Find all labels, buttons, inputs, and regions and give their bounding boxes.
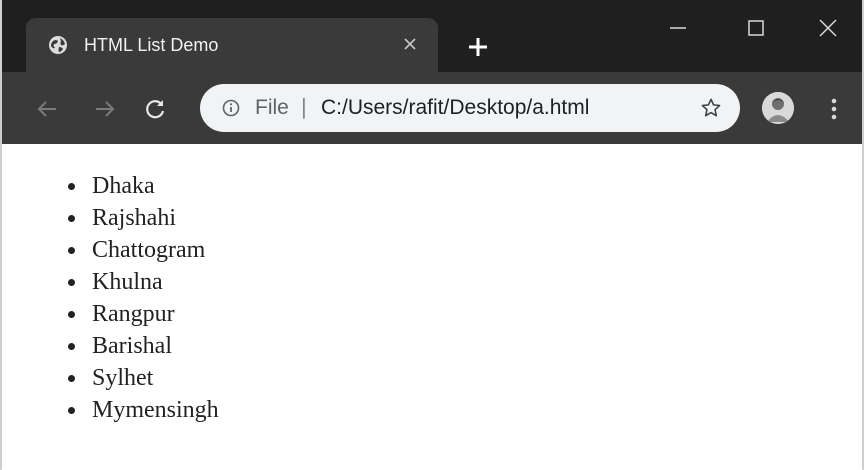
list-item-text: Khulna xyxy=(92,269,163,295)
minimize-icon[interactable] xyxy=(662,12,694,44)
list-item: Mymensingh xyxy=(62,394,219,426)
profile-avatar-icon[interactable] xyxy=(762,92,794,124)
more-menu-icon[interactable] xyxy=(828,96,840,122)
list-item: Dhaka xyxy=(62,170,219,202)
info-icon[interactable] xyxy=(222,99,240,117)
tab-close-icon[interactable] xyxy=(402,36,418,52)
list-item: Khulna xyxy=(62,266,219,298)
bullet-icon xyxy=(68,407,75,414)
browser-toolbar: File | C:/Users/rafit/Desktop/a.html xyxy=(2,72,862,144)
list-item-text: Rajshahi xyxy=(92,205,176,231)
bullet-icon xyxy=(68,247,75,254)
bookmark-star-icon[interactable] xyxy=(700,97,722,119)
new-tab-plus-icon[interactable] xyxy=(466,35,490,59)
bullet-icon xyxy=(68,183,75,190)
bullet-icon xyxy=(68,375,75,382)
bullet-icon xyxy=(68,279,75,286)
list-item-text: Mymensingh xyxy=(92,397,219,423)
url-scheme-label: File xyxy=(255,96,289,119)
city-list: Dhaka Rajshahi Chattogram Khulna Rangpur… xyxy=(62,170,219,426)
list-item-text: Sylhet xyxy=(92,365,154,391)
close-icon[interactable] xyxy=(812,12,844,44)
title-bar: HTML List Demo xyxy=(2,0,862,72)
bullet-icon xyxy=(68,311,75,318)
maximize-icon[interactable] xyxy=(740,12,772,44)
forward-arrow-icon[interactable] xyxy=(94,98,116,120)
tab-html-list-demo[interactable]: HTML List Demo xyxy=(26,18,438,72)
address-bar[interactable]: File | C:/Users/rafit/Desktop/a.html xyxy=(200,84,740,132)
tab-title: HTML List Demo xyxy=(84,35,219,55)
url-separator: | xyxy=(301,94,307,119)
back-arrow-icon[interactable] xyxy=(36,98,58,120)
list-item-text: Rangpur xyxy=(92,301,175,327)
list-item: Rangpur xyxy=(62,298,219,330)
bullet-icon xyxy=(68,215,75,222)
list-item-text: Chattogram xyxy=(92,237,206,263)
list-item: Rajshahi xyxy=(62,202,219,234)
list-item: Barishal xyxy=(62,330,219,362)
list-item-text: Dhaka xyxy=(92,173,155,199)
reload-icon[interactable] xyxy=(144,98,166,120)
page-content: Dhaka Rajshahi Chattogram Khulna Rangpur… xyxy=(2,144,862,470)
bullet-icon xyxy=(68,343,75,350)
list-item: Chattogram xyxy=(62,234,219,266)
url-text[interactable]: C:/Users/rafit/Desktop/a.html xyxy=(321,97,589,119)
globe-icon xyxy=(48,35,68,55)
list-item-text: Barishal xyxy=(92,333,172,359)
browser-window: HTML List Demo File | C:/Users/rafit/Des… xyxy=(0,0,864,470)
list-item: Sylhet xyxy=(62,362,219,394)
